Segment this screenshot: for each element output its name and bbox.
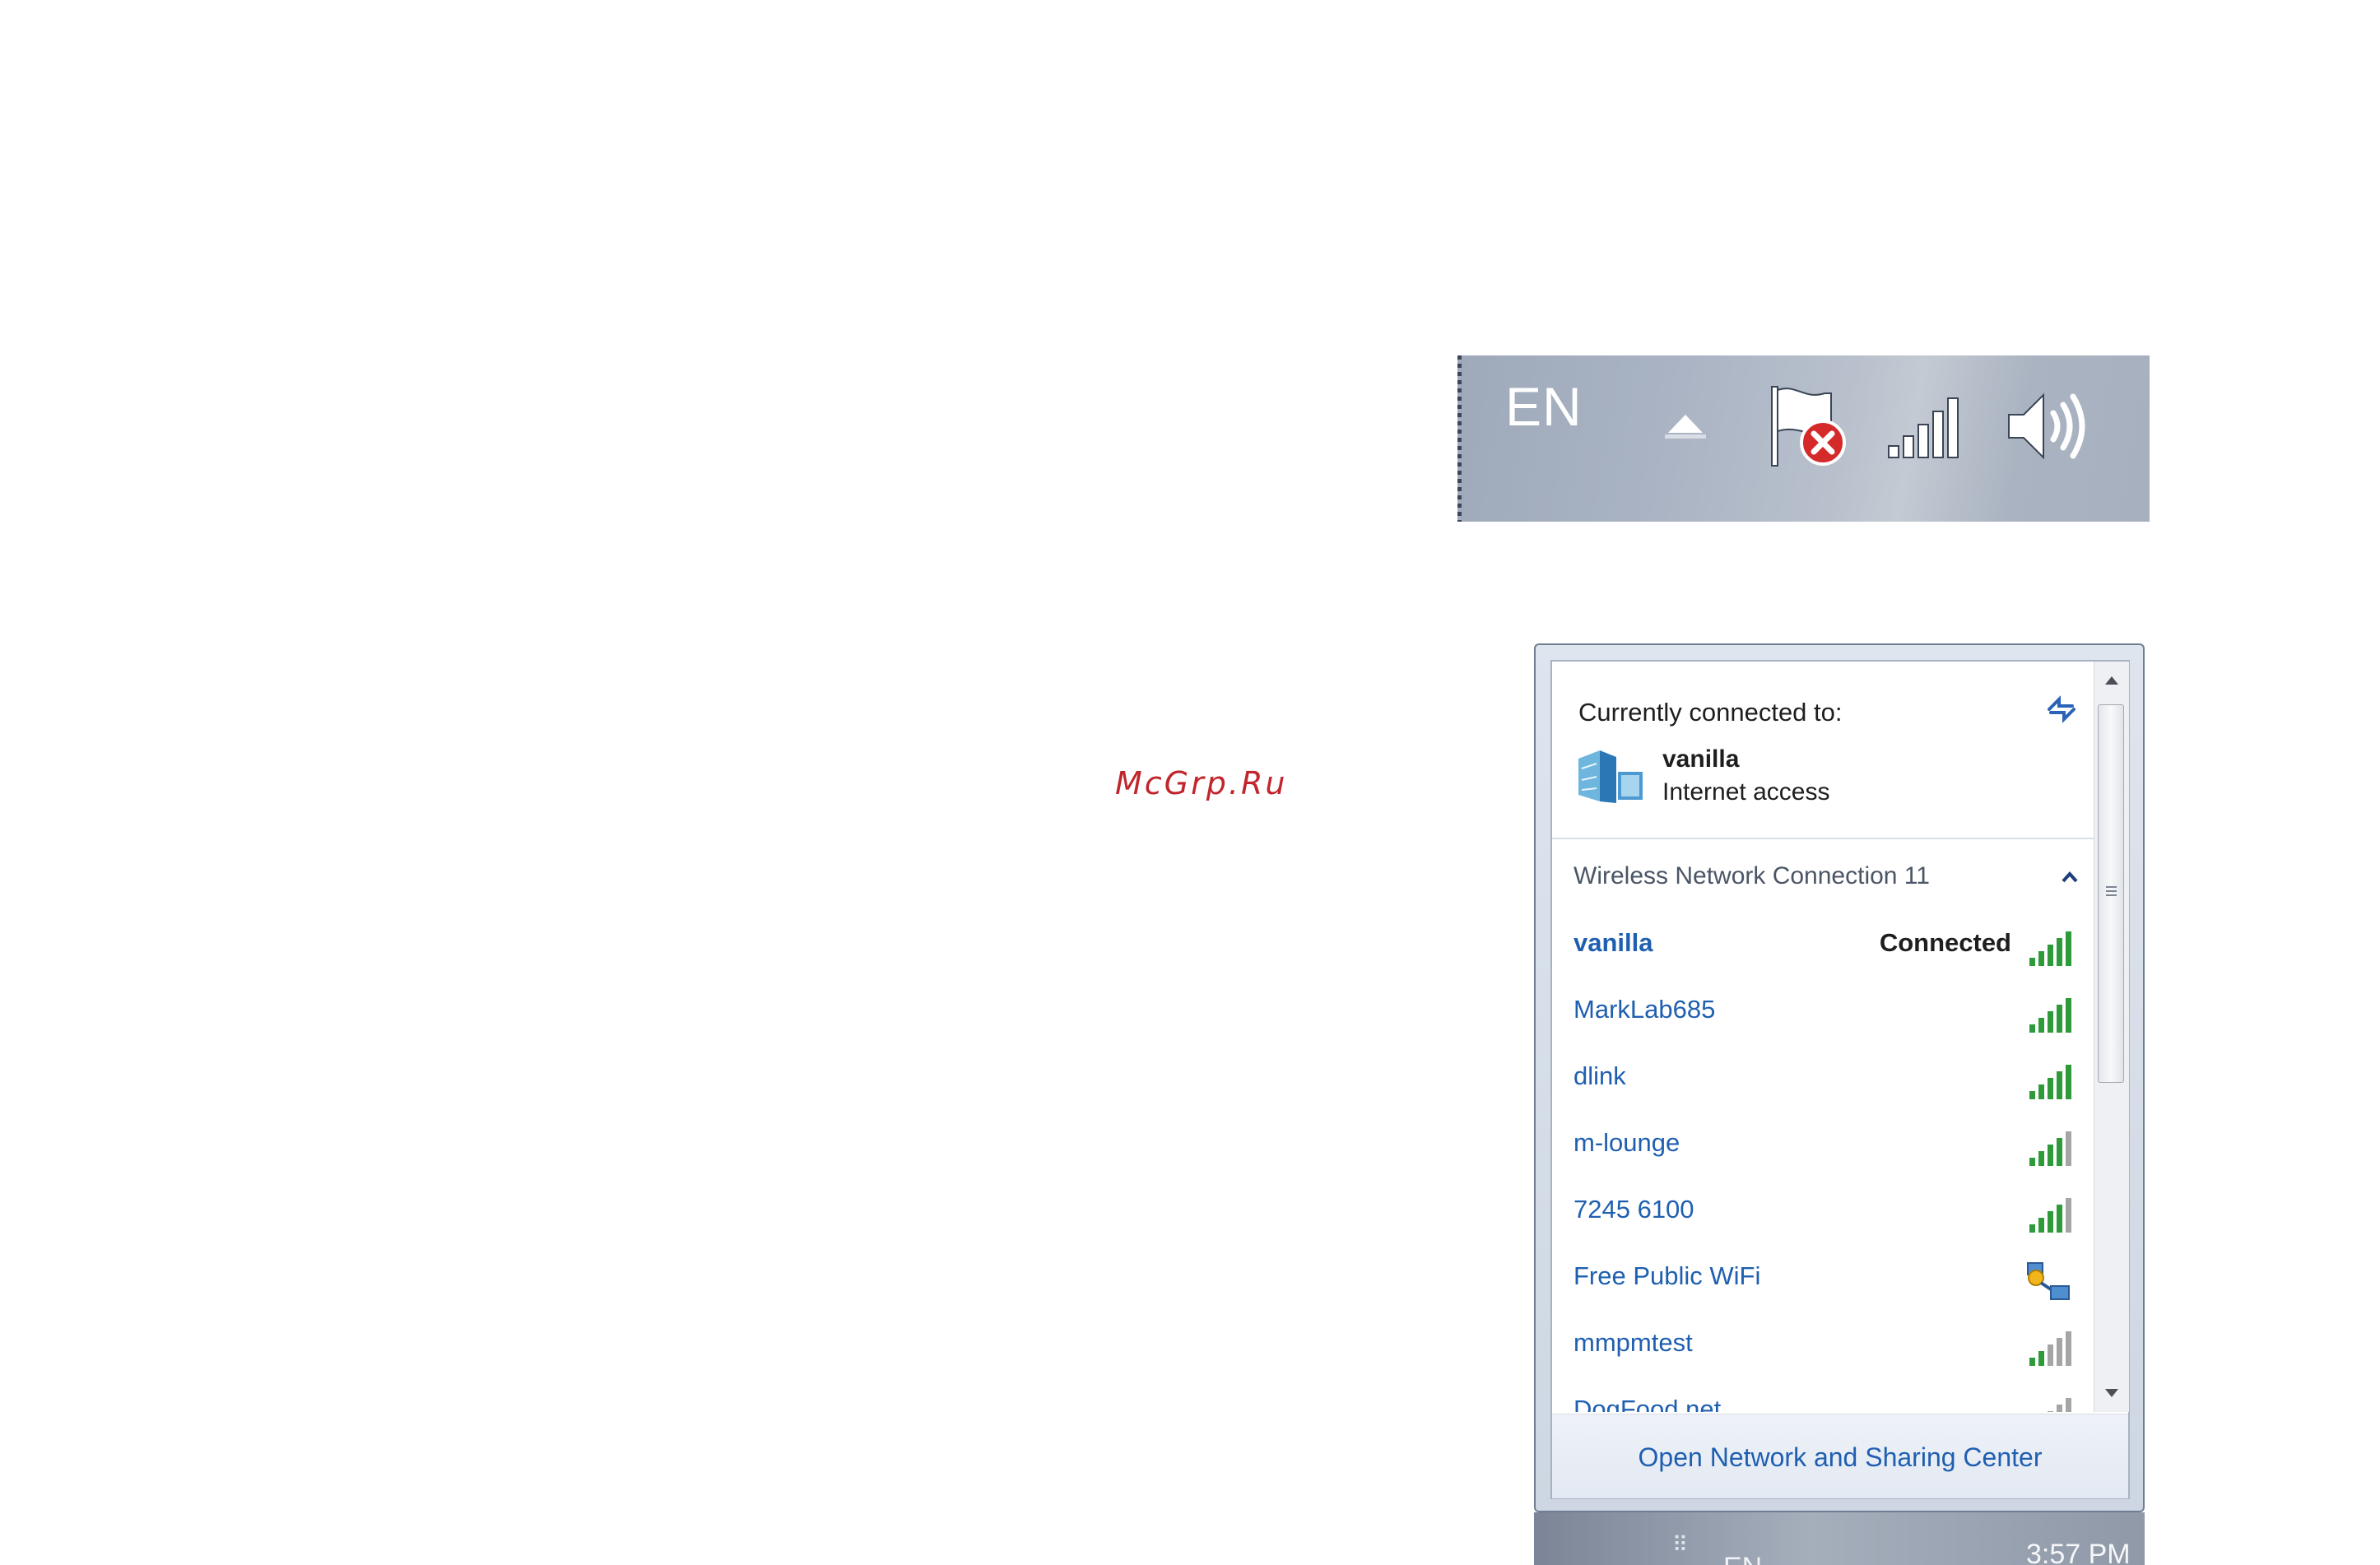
watermark-text: McGrp.Ru [1115,765,1288,801]
taskbar: ⠿ EN 3:57 PM [1534,1512,2145,1565]
network-name: dlink [1573,1061,1626,1090]
network-name: Free Public WiFi [1573,1261,1761,1290]
network-signal-icon[interactable] [1884,392,1969,461]
current-network-status: Internet access [1662,778,1830,806]
network-name: 7245 6100 [1573,1195,1694,1224]
network-row[interactable]: m-lounge [1552,1113,2094,1179]
taskbar-grip-icon: ⠿ [1672,1532,1689,1557]
refresh-icon[interactable] [2044,693,2079,730]
scroll-up-arrow-icon[interactable] [2094,666,2129,699]
adhoc-network-icon [2024,1260,2074,1307]
current-network-name: vanilla [1662,745,1740,773]
flyout-footer: Open Network and Sharing Center [1552,1414,2128,1498]
signal-strength-icon [2024,993,2077,1040]
divider [1552,838,2094,839]
signal-strength-icon [2024,1393,2077,1412]
language-indicator[interactable]: EN [1505,375,1583,438]
network-row[interactable]: mmpmtest [1552,1313,2094,1379]
scrollbar[interactable] [2094,662,2129,1412]
taskbar-clock[interactable]: 3:57 PM [2026,1539,2131,1565]
scrollbar-grip [2106,886,2117,899]
signal-strength-icon [2024,1326,2077,1373]
connection-name-label: Wireless Network Connection 11 [1573,862,1930,889]
scrollbar-thumb[interactable] [2098,704,2124,1083]
tray-divider [1457,355,1462,522]
network-row[interactable]: DogFood.net [1552,1380,2094,1412]
network-status: Connected [1879,928,2011,957]
action-center-flag-error-icon[interactable] [1767,382,1852,472]
signal-strength-icon [2024,926,2077,973]
chevron-up-icon[interactable] [2061,871,2079,888]
flyout-panel: Currently connected to: vanilla Internet… [1550,660,2130,1499]
network-name: vanilla [1573,928,1653,957]
open-network-sharing-center-link[interactable]: Open Network and Sharing Center [1552,1442,2128,1473]
network-flyout: Currently connected to: vanilla Internet… [1534,643,2145,1512]
signal-strength-icon [2024,1060,2077,1107]
network-name: m-lounge [1573,1128,1680,1157]
network-row[interactable]: Free Public WiFi [1552,1247,2094,1312]
network-name: MarkLab685 [1573,995,1716,1024]
network-name: DogFood.net [1573,1395,1722,1412]
show-hidden-icons-arrow-icon[interactable] [1660,410,1711,443]
signal-strength-icon [2024,1126,2077,1173]
signal-strength-icon [2024,1193,2077,1240]
currently-connected-label: Currently connected to: [1578,698,1843,727]
network-row[interactable]: 7245 6100 [1552,1180,2094,1246]
network-list-area: Currently connected to: vanilla Internet… [1552,662,2094,1412]
scroll-down-arrow-icon[interactable] [2094,1376,2129,1409]
network-row[interactable]: dlink [1552,1047,2094,1112]
network-name: mmpmtest [1573,1328,1693,1357]
volume-icon[interactable] [2004,387,2094,466]
network-row[interactable]: MarkLab685 [1552,980,2094,1046]
network-row[interactable]: vanilla Connected [1552,913,2094,979]
taskbar-language[interactable]: EN [1723,1552,1762,1565]
system-tray: EN [1457,355,2150,522]
network-building-icon [1575,744,1646,810]
